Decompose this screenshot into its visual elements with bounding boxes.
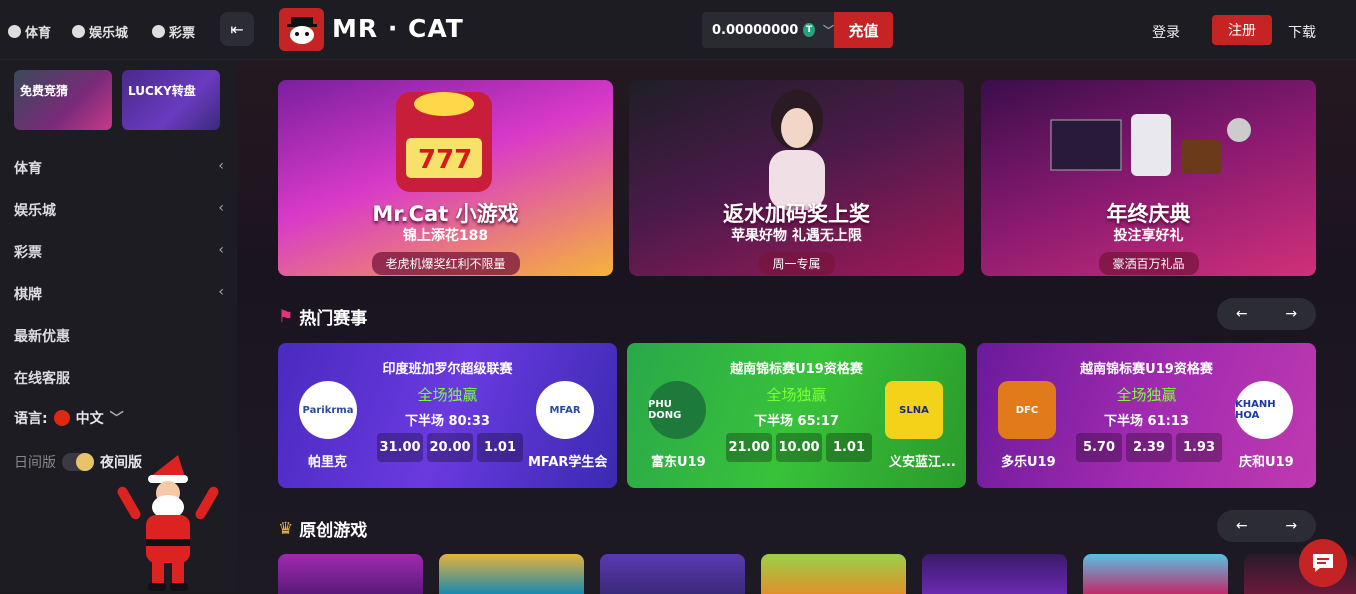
odds-home[interactable]: 5.70 [1076,433,1122,462]
banner-subtitle: 苹果好物 礼遇无上限 [731,228,862,244]
svg-text:777: 777 [418,145,472,175]
slot-machine-icon: 777 [396,92,492,192]
banner-title: 年终庆典 [1106,202,1191,226]
collapse-sidebar-button[interactable]: ⇤ [220,12,254,46]
banner-rebate[interactable]: 返水加码奖上奖 苹果好物 礼遇无上限 周一专属 [629,80,964,276]
chevron-left-icon: ‹ [218,284,224,300]
sidebar: 免费竞猜 LUCKY转盘 体育 ‹ 娱乐城 ‹ 彩票 ‹ 棋牌 ‹ 最新优惠 在线客服 … [0,60,237,593]
odds-draw[interactable]: 20.00 [427,433,473,462]
odds-away[interactable]: 1.93 [1176,433,1222,462]
banner-tag: 豪洒百万礼品 [1098,252,1199,275]
game-tile-baccarat[interactable] [278,554,423,594]
chevron-down-icon: ﹀ [823,24,834,37]
odds-home[interactable]: 31.00 [377,433,423,462]
match-card[interactable]: 印度班加罗尔超级联赛 全场独赢 下半场 80:33 Parikrma MFAR … [278,343,617,488]
team-logo-icon: Parikrma [299,381,357,439]
theme-switch[interactable] [62,453,94,471]
team-logo-icon: PHU DONG [648,381,706,439]
deposit-button[interactable]: 充值 [834,12,893,48]
banner-year-end[interactable]: 年终庆典 投注享好礼 豪洒百万礼品 [981,80,1316,276]
chat-icon [1313,554,1333,572]
chevron-left-icon: ‹ [218,158,224,174]
arrow-left-icon[interactable]: ← [1236,306,1248,322]
tab-sports[interactable]: 体育 [8,22,51,41]
arrow-right-icon[interactable]: → [1285,306,1297,322]
flag-icon: ⚑ [278,306,294,327]
promo-lucky-wheel[interactable]: LUCKY转盘 [122,70,220,130]
tab-casino[interactable]: 娱乐城 [72,22,128,41]
tab-lottery[interactable]: 彩票 [152,22,195,41]
game-tile-circus[interactable] [922,554,1067,594]
sports-icon [8,25,21,38]
game-tile-pirate[interactable] [1083,554,1228,594]
sidebar-item-lottery[interactable]: 彩票 ‹ [14,242,224,262]
team-logo-icon: SLNA [885,381,943,439]
brand-name: MR · CAT [332,14,464,43]
team-logo-icon: MFAR [536,381,594,439]
top-bar: 体育 娱乐城 彩票 ⇤ MR · CAT 0.00000000 T ﹀ 充值 登… [0,0,1356,60]
sidebar-item-sports[interactable]: 体育 ‹ [14,158,224,178]
banner-subtitle: 锦上添花188 [402,228,489,244]
live-chat-button[interactable] [1299,539,1347,587]
sidebar-item-cards[interactable]: 棋牌 ‹ [14,284,224,304]
brand-logo[interactable] [279,8,324,51]
original-games-heading: ♛ 原创游戏 [278,518,368,542]
prizes-icon [1050,114,1251,176]
game-tile-wheel[interactable] [439,554,584,594]
chevron-left-icon: ‹ [218,200,224,216]
hot-events-heading: ⚑ 热门赛事 [278,306,368,330]
china-flag-icon [53,410,70,426]
banner-title: 返水加码奖上奖 [723,202,870,226]
hostess-figure-icon [769,90,825,210]
cat-logo-icon [286,16,317,44]
banner-tag: 周一专属 [758,252,835,275]
balance-value: 0.00000000 [712,22,799,38]
login-button[interactable]: 登录 [1152,22,1180,42]
chevron-left-icon: ‹ [218,242,224,258]
game-tile-dice[interactable] [761,554,906,594]
register-button[interactable]: 注册 [1212,15,1272,45]
usdt-icon: T [803,23,815,37]
sidebar-item-promotions[interactable]: 最新优惠 [14,326,224,346]
odds-away[interactable]: 1.01 [477,433,523,462]
team-logo-icon: DFC [998,381,1056,439]
chevron-down-icon: ﹀ [109,411,124,427]
arrow-left-icon[interactable]: ← [1236,518,1248,534]
hot-events-pager: ← → [1217,298,1316,330]
main-content: 777 Mr.Cat 小游戏 锦上添花188 老虎机爆奖红利不限量 返水加码奖上… [237,60,1356,594]
sidebar-item-support[interactable]: 在线客服 [14,368,224,388]
trophy-icon: ♛ [278,518,294,539]
game-tile-purple[interactable] [600,554,745,594]
sidebar-item-casino[interactable]: 娱乐城 ‹ [14,200,224,220]
lottery-icon [152,25,165,38]
team-logo-icon: KHANH HOA [1235,381,1293,439]
banner-tag: 老虎机爆奖红利不限量 [371,252,520,275]
odds-draw[interactable]: 2.39 [1126,433,1172,462]
banner-subtitle: 投注享好礼 [1113,228,1184,244]
language-selector[interactable]: 语言: 中文 ﹀ [14,408,124,428]
arrow-right-icon[interactable]: → [1285,518,1297,534]
day-mode-label: 日间版 [14,455,56,471]
casino-icon [72,25,85,38]
promo-free-guess[interactable]: 免费竞猜 [14,70,112,130]
odds-draw[interactable]: 10.00 [776,433,822,462]
santa-icon [117,455,219,591]
moon-icon [76,453,94,471]
match-card[interactable]: 越南锦标赛U19资格赛 全场独赢 下半场 61:13 DFC KHANH HOA… [977,343,1316,488]
banner-slot-games[interactable]: 777 Mr.Cat 小游戏 锦上添花188 老虎机爆奖红利不限量 [278,80,613,276]
odds-home[interactable]: 21.00 [726,433,772,462]
odds-away[interactable]: 1.01 [826,433,872,462]
original-games-pager: ← → [1217,510,1316,542]
banner-title: Mr.Cat 小游戏 [372,202,519,226]
balance-selector[interactable]: 0.00000000 T ﹀ [702,12,834,48]
collapse-icon: ⇤ [230,19,244,39]
download-button[interactable]: 下载 [1288,22,1316,42]
match-card[interactable]: 越南锦标赛U19资格赛 全场独赢 下半场 65:17 PHU DONG SLNA… [627,343,966,488]
